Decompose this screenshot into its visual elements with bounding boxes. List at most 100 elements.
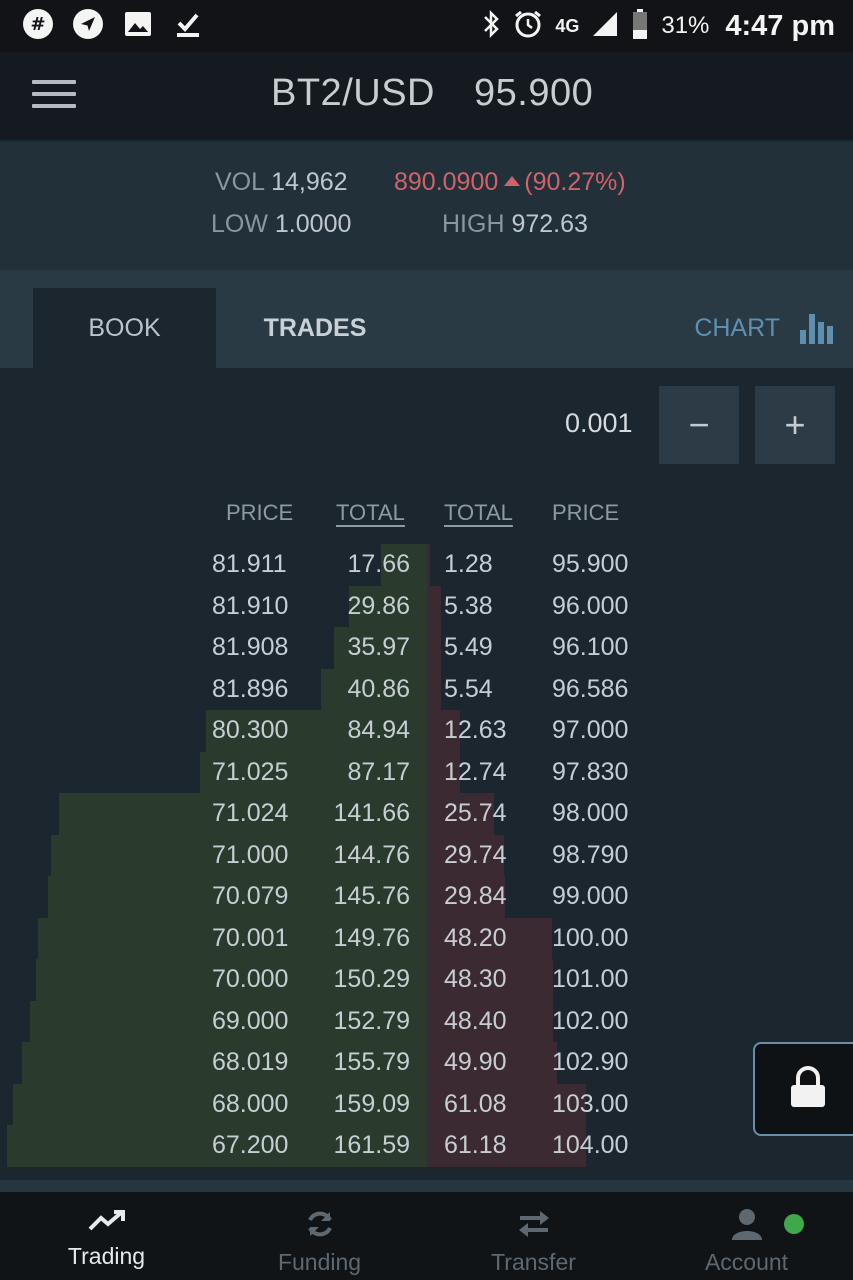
volume-stat: VOL 14,962 [215, 168, 348, 197]
order-row[interactable]: 70.001 149.76 48.20 100.00 [0, 918, 853, 959]
bid-price-cell: 71.000 [212, 840, 289, 869]
ask-total-cell: 12.74 [444, 757, 507, 786]
nav-transfer-label: Transfer [491, 1249, 576, 1275]
ask-price-cell: 103.00 [552, 1089, 629, 1118]
ask-total-cell: 1.28 [444, 550, 493, 578]
pair-title: BT2/USD [271, 72, 435, 114]
ask-total-cell: 48.40 [444, 1006, 507, 1035]
order-row[interactable]: 81.896 40.86 5.54 96.586 [0, 669, 853, 710]
order-row[interactable]: 70.000 150.29 48.30 101.00 [0, 959, 853, 1000]
ask-total-cell: 5.38 [444, 591, 493, 620]
nav-trading[interactable]: Trading [0, 1192, 213, 1280]
status-bar: # 4G 31% 4:47 pm [0, 0, 853, 52]
bid-price-cell: 71.025 [212, 757, 289, 786]
tab-trades[interactable]: TRADES [230, 288, 400, 368]
bid-price-cell: 67.200 [212, 1131, 289, 1159]
bid-total-cell: 35.97 [347, 633, 410, 661]
online-status-dot [784, 1214, 804, 1234]
bid-total-cell: 145.76 [333, 882, 410, 910]
order-row[interactable]: 80.300 84.94 12.63 97.000 [0, 710, 853, 751]
nav-funding-label: Funding [277, 1249, 362, 1275]
tab-bar: BOOK TRADES CHART [0, 270, 853, 368]
bid-total-cell: 150.29 [333, 965, 410, 993]
ask-total-cell: 49.90 [444, 1048, 507, 1076]
image-icon [122, 8, 154, 40]
ask-total-cell: 29.84 [444, 882, 507, 910]
ask-price-cell: 98.790 [552, 840, 629, 869]
ask-price-cell: 100.00 [552, 923, 629, 952]
trending-up-icon [87, 1208, 127, 1239]
order-row[interactable]: 71.024 141.66 25.74 98.000 [0, 793, 853, 834]
ask-price-cell: 96.000 [552, 591, 629, 620]
svg-text:#: # [30, 14, 45, 35]
lock-button[interactable] [753, 1042, 853, 1136]
download-done-icon [172, 8, 204, 40]
low-label: LOW [211, 210, 268, 238]
nav-funding[interactable]: Funding [213, 1192, 426, 1280]
bid-price-cell: 68.000 [212, 1089, 289, 1118]
ask-total-cell: 5.54 [444, 674, 493, 703]
decrease-precision-button[interactable]: − [659, 386, 739, 464]
order-row[interactable]: 68.019 155.79 49.90 102.90 [0, 1042, 853, 1083]
order-row[interactable]: 67.200 161.59 61.18 104.00 [0, 1125, 853, 1166]
ask-price-header: PRICE [552, 500, 620, 525]
nav-account[interactable]: Account [640, 1192, 853, 1280]
order-row[interactable]: 71.000 144.76 29.74 98.790 [0, 835, 853, 876]
order-row[interactable]: 81.911 17.66 1.28 95.900 [0, 544, 853, 585]
ask-price-cell: 96.586 [552, 674, 629, 703]
order-row[interactable]: 81.908 35.97 5.49 96.100 [0, 627, 853, 668]
change-value: 890.0900 [394, 168, 499, 196]
menu-icon[interactable] [32, 80, 76, 112]
ask-total-cell: 61.18 [444, 1131, 507, 1159]
signal-icon [591, 10, 619, 43]
network-type: 4G [555, 15, 580, 36]
ask-total-header[interactable]: TOTAL [444, 500, 513, 526]
clock: 4:47 pm [725, 9, 835, 42]
high-label: HIGH [442, 210, 505, 238]
bid-price-cell: 70.079 [212, 882, 289, 910]
ask-total-cell: 29.74 [444, 840, 507, 869]
bid-total-cell: 29.86 [347, 591, 410, 620]
bid-total-cell: 152.79 [333, 1006, 410, 1035]
bid-total-header[interactable]: TOTAL [336, 500, 405, 526]
bid-price-cell: 69.000 [212, 1006, 289, 1035]
bid-total-cell: 84.94 [347, 716, 410, 744]
order-book: 0.001 − + PRICE TOTAL TOTAL PRICE 81.911… [0, 368, 853, 1180]
low-stat: LOW 1.0000 [211, 210, 351, 239]
volume-value: 14,962 [271, 168, 348, 196]
ask-total-cell: 5.49 [444, 633, 493, 661]
bid-total-cell: 40.86 [347, 674, 410, 703]
ask-price-cell: 96.100 [552, 633, 629, 661]
bluetooth-icon [481, 9, 501, 44]
order-row[interactable]: 68.000 159.09 61.08 103.00 [0, 1084, 853, 1125]
bid-total-cell: 161.59 [333, 1131, 410, 1159]
ask-total-cell: 12.63 [444, 716, 507, 744]
last-price: 95.900 [474, 72, 594, 114]
order-row[interactable]: 81.910 29.86 5.38 96.000 [0, 586, 853, 627]
change-stat: 890.0900 (90.27%) [394, 168, 626, 197]
chart-link[interactable]: CHART [694, 300, 833, 356]
ask-price-cell: 98.000 [552, 799, 629, 827]
battery-percent: 31% [661, 12, 710, 39]
app-bar: BT2/USD 95.900 [0, 52, 853, 140]
chart-label: CHART [694, 313, 780, 342]
ask-total-cell: 48.30 [444, 965, 507, 993]
ask-total-cell: 48.20 [444, 923, 507, 952]
ask-price-cell: 102.90 [552, 1048, 629, 1076]
order-row[interactable]: 69.000 152.79 48.40 102.00 [0, 1001, 853, 1042]
precision-value: 0.001 [565, 408, 633, 438]
bid-total-cell: 159.09 [333, 1089, 410, 1118]
alarm-icon [513, 9, 543, 44]
bar-chart-icon [800, 312, 833, 344]
nav-transfer[interactable]: Transfer [427, 1192, 640, 1280]
tab-book[interactable]: BOOK [33, 288, 216, 368]
nav-account-label: Account [704, 1249, 789, 1275]
slack-icon: # [22, 8, 54, 40]
bid-price-cell: 68.019 [212, 1048, 289, 1076]
order-row[interactable]: 70.079 145.76 29.84 99.000 [0, 876, 853, 917]
ask-price-cell: 104.00 [552, 1131, 629, 1159]
increase-precision-button[interactable]: + [755, 386, 835, 464]
ask-price-cell: 95.900 [552, 550, 629, 578]
arrow-up-icon [504, 176, 521, 187]
order-row[interactable]: 71.025 87.17 12.74 97.830 [0, 752, 853, 793]
